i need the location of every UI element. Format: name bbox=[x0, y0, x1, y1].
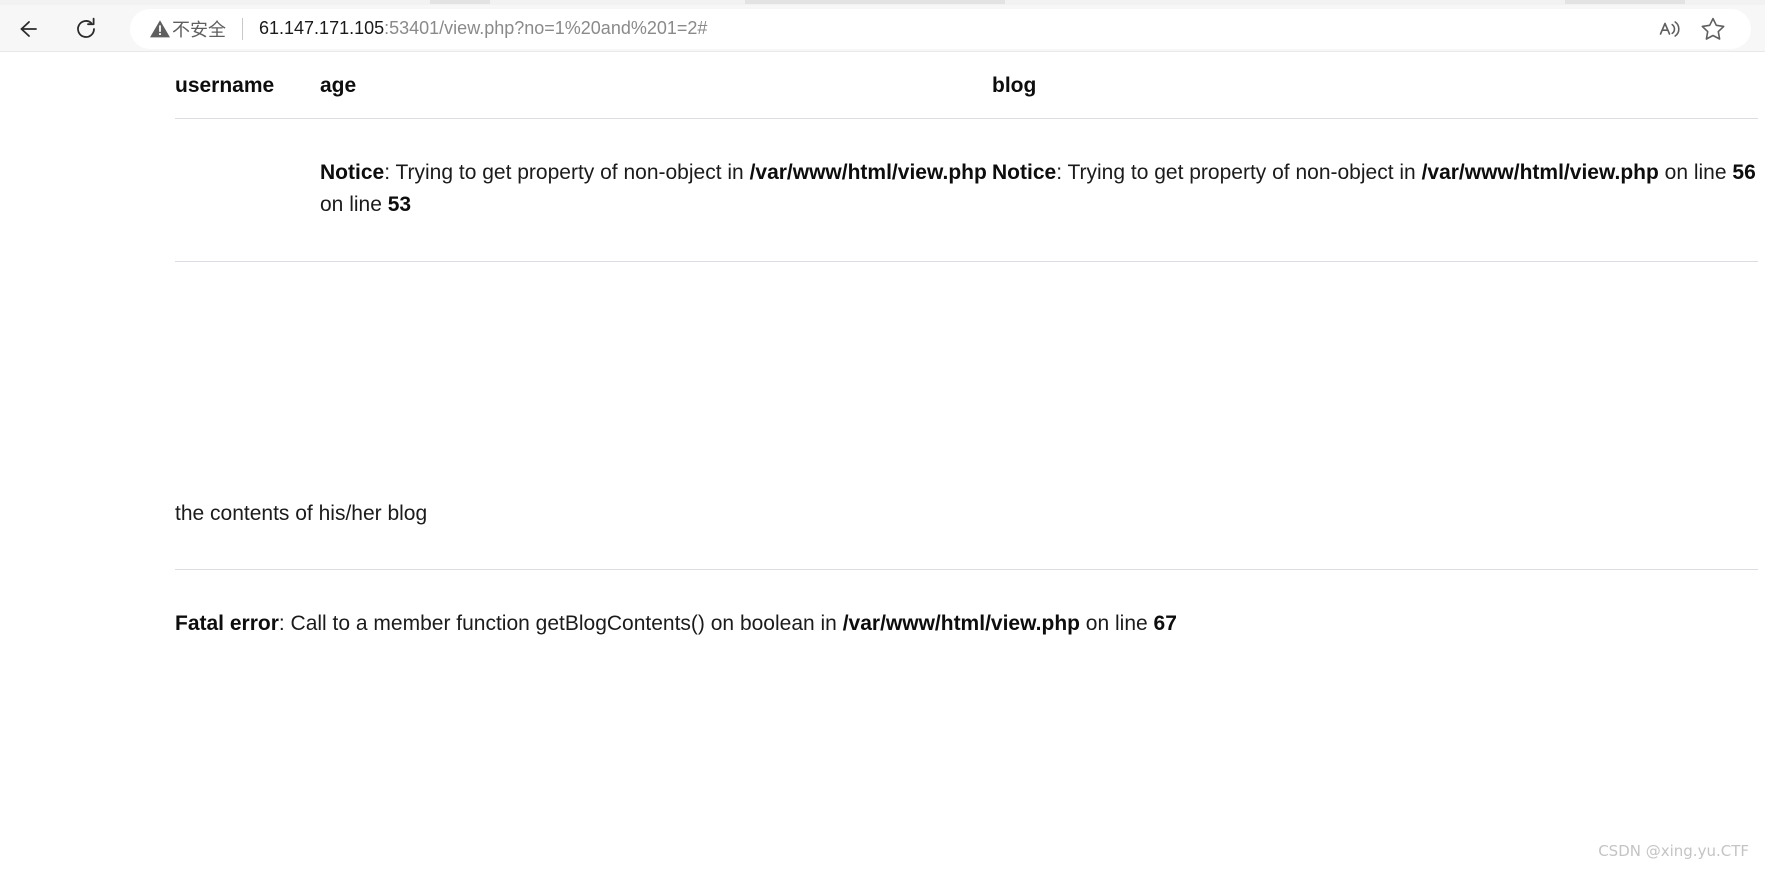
tab-stub[interactable] bbox=[745, 0, 1005, 4]
notice-file: /var/www/html/view.php bbox=[749, 161, 987, 184]
warning-triangle-icon bbox=[150, 19, 170, 37]
notice-line-number: 56 bbox=[1732, 161, 1756, 184]
refresh-button[interactable] bbox=[64, 9, 108, 49]
toolbar-actions bbox=[1647, 9, 1741, 49]
address-divider bbox=[242, 17, 243, 40]
browser-chrome: 不安全 61.147.171.105:53401/view.php?no=1%2… bbox=[0, 0, 1765, 52]
watermark: CSDN @xing.yu.CTF bbox=[1598, 842, 1749, 860]
column-header-age: age bbox=[320, 52, 992, 119]
fatal-error-line-prefix: on line bbox=[1079, 612, 1154, 635]
refresh-icon bbox=[77, 17, 95, 38]
notice-line-prefix: on line bbox=[320, 193, 388, 217]
notice-line-prefix: on line bbox=[1658, 161, 1733, 184]
address-bar[interactable]: 不安全 61.147.171.105:53401/view.php?no=1%2… bbox=[130, 8, 1751, 49]
fatal-error-line-number: 67 bbox=[1153, 612, 1177, 635]
star-icon bbox=[1701, 17, 1725, 40]
fatal-error-file: /var/www/html/view.php bbox=[842, 612, 1080, 635]
php-notice-age: Notice: Trying to get property of non-ob… bbox=[320, 161, 987, 216]
notice-line-number: 53 bbox=[387, 193, 412, 217]
notice-message: : Trying to get property of non-object i… bbox=[1056, 161, 1422, 184]
back-button[interactable] bbox=[6, 9, 50, 49]
results-table: username age blog Notice: Trying to get … bbox=[175, 52, 1758, 263]
notice-file: /var/www/html/view.php bbox=[1421, 161, 1659, 184]
fatal-error-message: : Call to a member function getBlogConte… bbox=[278, 612, 843, 635]
content-divider bbox=[175, 569, 1758, 570]
notice-label: Notice bbox=[992, 161, 1057, 184]
back-arrow-icon bbox=[20, 20, 37, 37]
php-fatal-error: Fatal error: Call to a member function g… bbox=[175, 612, 1177, 636]
navigation-bar: 不安全 61.147.171.105:53401/view.php?no=1%2… bbox=[0, 5, 1765, 52]
tab-stub[interactable] bbox=[1565, 0, 1685, 4]
notice-label: Notice bbox=[320, 161, 385, 184]
page-content: username age blog Notice: Trying to get … bbox=[0, 52, 1765, 870]
security-label: 不安全 bbox=[172, 19, 226, 41]
notice-message: : Trying to get property of non-object i… bbox=[384, 161, 750, 184]
url-text[interactable]: 61.147.171.105:53401/view.php?no=1%20and… bbox=[259, 18, 1647, 39]
blog-contents-text: the contents of his/her blog bbox=[175, 502, 428, 525]
cell-blog: Notice: Trying to get property of non-ob… bbox=[992, 118, 1758, 263]
cell-username bbox=[175, 118, 320, 263]
url-host: 61.147.171.105 bbox=[259, 18, 385, 38]
table-body: Notice: Trying to get property of non-ob… bbox=[175, 118, 1758, 263]
column-header-blog: blog bbox=[992, 52, 1758, 119]
security-indicator[interactable]: 不安全 bbox=[148, 16, 226, 42]
add-favorite-button[interactable] bbox=[1691, 9, 1735, 49]
table-header: username age blog bbox=[175, 52, 1758, 119]
table-header-row: username age blog bbox=[175, 52, 1758, 119]
table-row: Notice: Trying to get property of non-ob… bbox=[175, 118, 1758, 263]
read-aloud-button[interactable] bbox=[1647, 9, 1691, 49]
fatal-error-label: Fatal error bbox=[175, 612, 279, 635]
php-notice-blog: Notice: Trying to get property of non-ob… bbox=[992, 161, 1756, 184]
cell-age: Notice: Trying to get property of non-ob… bbox=[320, 118, 992, 263]
column-header-username: username bbox=[175, 52, 320, 119]
read-aloud-icon bbox=[1659, 20, 1680, 37]
url-path: :53401/view.php?no=1%20and%201=2# bbox=[384, 18, 708, 38]
tab-stub[interactable] bbox=[430, 0, 490, 4]
